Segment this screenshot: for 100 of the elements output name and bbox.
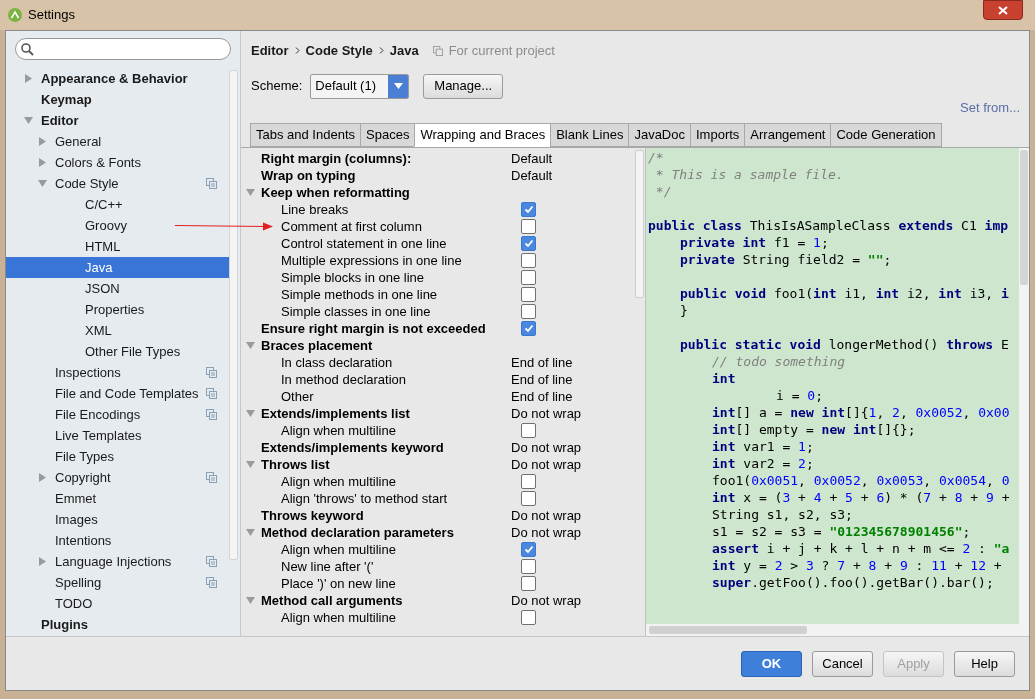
scrollbar[interactable] — [635, 150, 644, 298]
copy-icon — [206, 472, 217, 483]
tree-item[interactable]: Images — [6, 509, 229, 530]
checkbox[interactable] — [521, 304, 536, 319]
manage-button[interactable]: Manage... — [423, 73, 504, 99]
tree-item[interactable]: Code Style — [6, 173, 229, 194]
window-title: Settings — [28, 6, 75, 25]
checkbox[interactable] — [521, 474, 536, 489]
tree-item[interactable]: Appearance & Behavior — [6, 68, 229, 89]
tree-item[interactable]: Other File Types — [6, 341, 229, 362]
tree-item[interactable]: File Encodings — [6, 404, 229, 425]
scope-note: For current project — [448, 41, 555, 60]
tree-item[interactable]: TODO — [6, 593, 229, 614]
collapsed-arrow-icon[interactable] — [38, 473, 47, 482]
tree-item[interactable]: Emmet — [6, 488, 229, 509]
tree-item[interactable]: Copyright — [6, 467, 229, 488]
tree-item[interactable]: XML — [6, 320, 229, 341]
tree-item[interactable]: Plugins — [6, 614, 229, 635]
option-label: Other — [280, 387, 315, 406]
dialog-button[interactable]: Cancel — [812, 650, 873, 677]
tree-item[interactable]: C/C++ — [6, 194, 229, 215]
dialog-button[interactable]: OK — [741, 650, 802, 677]
option-label: New line after '(' — [280, 557, 375, 576]
collapsed-arrow-icon[interactable] — [38, 557, 47, 566]
checkbox[interactable] — [521, 576, 536, 591]
checkbox[interactable] — [521, 491, 536, 506]
tree-item[interactable]: File and Code Templates — [6, 383, 229, 404]
option-label: Simple classes in one line — [280, 302, 432, 321]
option-label: Align when multiline — [280, 540, 397, 559]
tree-label: Language Injections — [55, 552, 172, 571]
collapsed-arrow-icon[interactable] — [24, 74, 33, 83]
tree-item[interactable]: Spelling — [6, 572, 229, 593]
tree-label: File Types — [55, 447, 114, 466]
copy-icon — [206, 577, 217, 588]
tab[interactable]: Spaces — [360, 123, 416, 147]
tree-item[interactable]: Colors & Fonts — [6, 152, 229, 173]
check-icon — [523, 205, 534, 214]
tree-label: General — [55, 132, 102, 151]
expanded-arrow-icon[interactable] — [24, 116, 33, 125]
tree-item[interactable]: Groovy — [6, 215, 229, 236]
option-value[interactable]: Do not wrap — [511, 590, 582, 611]
checkbox[interactable] — [521, 253, 536, 268]
expanded-arrow-icon[interactable] — [246, 409, 255, 418]
tree-item[interactable]: Intentions — [6, 530, 229, 551]
tab[interactable]: Imports — [690, 123, 746, 147]
scrollbar[interactable] — [1019, 148, 1029, 624]
scrollbar[interactable] — [229, 70, 238, 560]
option-label: In method declaration — [280, 370, 408, 389]
dialog-button[interactable]: Help — [954, 650, 1015, 677]
tree-item[interactable]: Language Injections — [6, 551, 229, 572]
code-line: i = 0; — [775, 387, 824, 404]
checkbox[interactable] — [521, 542, 536, 557]
tab[interactable]: Blank Lines — [550, 123, 630, 147]
tab[interactable]: Code Generation — [830, 123, 942, 147]
set-from-link[interactable]: Set from... — [960, 100, 1020, 116]
tree-item[interactable]: HTML — [6, 236, 229, 257]
option-label: Place ')' on new line — [280, 574, 397, 593]
expanded-arrow-icon[interactable] — [246, 341, 255, 350]
tree-item[interactable]: Inspections — [6, 362, 229, 383]
collapsed-arrow-icon[interactable] — [38, 137, 47, 146]
tree-item[interactable]: General — [6, 131, 229, 152]
checkbox[interactable] — [521, 219, 536, 234]
expanded-arrow-icon[interactable] — [246, 528, 255, 537]
tree-item[interactable]: Live Templates — [6, 425, 229, 446]
scrollbar[interactable] — [646, 624, 1029, 636]
tree-label: File and Code Templates — [55, 384, 199, 403]
tab[interactable]: Tabs and Indents — [250, 123, 362, 147]
expanded-arrow-icon[interactable] — [246, 188, 255, 197]
tree-label: Keymap — [41, 90, 92, 109]
close-icon — [998, 5, 1008, 15]
option-label: Method declaration parameters — [261, 523, 455, 542]
checkbox[interactable] — [521, 287, 536, 302]
option-label: In class declaration — [280, 353, 394, 372]
close-button[interactable] — [983, 0, 1023, 20]
checkbox[interactable] — [521, 236, 536, 251]
expanded-arrow-icon[interactable] — [38, 179, 47, 188]
tree-item[interactable]: Java — [6, 257, 229, 278]
tree-item[interactable]: Properties — [6, 299, 229, 320]
tab[interactable]: Arrangement — [744, 123, 832, 147]
expanded-arrow-icon[interactable] — [246, 460, 255, 469]
expanded-arrow-icon[interactable] — [246, 596, 255, 605]
tab[interactable]: Wrapping and Braces — [414, 123, 552, 147]
checkbox[interactable] — [521, 202, 536, 217]
tree-item[interactable]: JSON — [6, 278, 229, 299]
code-line: public static void longerMethod() throws E — [679, 336, 1010, 353]
scheme-dropdown[interactable]: Default (1) — [310, 73, 410, 99]
checkbox[interactable] — [521, 270, 536, 285]
tree-item[interactable]: Keymap — [6, 89, 229, 110]
tree-label: JSON — [85, 279, 120, 298]
tab[interactable]: JavaDoc — [628, 123, 691, 147]
tree-item[interactable]: Editor — [6, 110, 229, 131]
collapsed-arrow-icon[interactable] — [38, 158, 47, 167]
tree-item[interactable]: File Types — [6, 446, 229, 467]
chevron-icon — [378, 47, 384, 54]
code-line: public void foo1(int i1, int i2, int i3, i — [679, 285, 1010, 302]
checkbox[interactable] — [521, 610, 536, 625]
checkbox[interactable] — [521, 321, 536, 336]
search-field[interactable] — [15, 38, 231, 60]
checkbox[interactable] — [521, 559, 536, 574]
checkbox[interactable] — [521, 423, 536, 438]
